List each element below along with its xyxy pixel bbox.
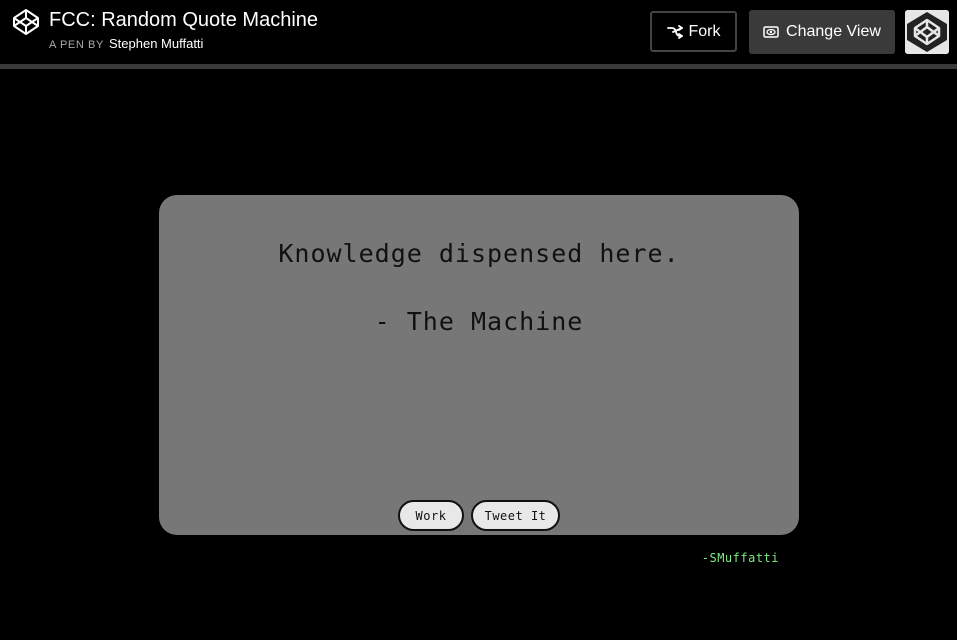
- fork-button[interactable]: Fork: [650, 11, 737, 52]
- codepen-avatar-icon: [905, 10, 949, 54]
- byline-prefix: A PEN BY: [49, 39, 104, 51]
- quote-text: Knowledge dispensed here.: [278, 239, 680, 268]
- quote-card: Knowledge dispensed here. - The Machine …: [159, 195, 799, 535]
- change-view-button[interactable]: Change View: [749, 10, 895, 54]
- quote-author: - The Machine: [374, 307, 584, 336]
- eye-icon: [763, 26, 779, 38]
- change-view-label: Change View: [786, 23, 881, 40]
- header-divider: [0, 64, 957, 69]
- avatar[interactable]: [905, 10, 949, 54]
- pen-title: FCC: Random Quote Machine: [49, 9, 319, 31]
- fork-label: Fork: [688, 22, 721, 40]
- author-credit: -SMuffatti: [701, 551, 779, 565]
- author-link[interactable]: Stephen Muffatti: [109, 36, 203, 51]
- work-button[interactable]: Work: [398, 500, 464, 531]
- codepen-logo-icon[interactable]: [12, 8, 40, 36]
- fork-icon: [666, 24, 683, 39]
- tweet-button[interactable]: Tweet It: [471, 500, 560, 531]
- pen-byline: A PEN BY Stephen Muffatti: [49, 37, 203, 52]
- pen-header: FCC: Random Quote Machine A PEN BY Steph…: [0, 0, 957, 64]
